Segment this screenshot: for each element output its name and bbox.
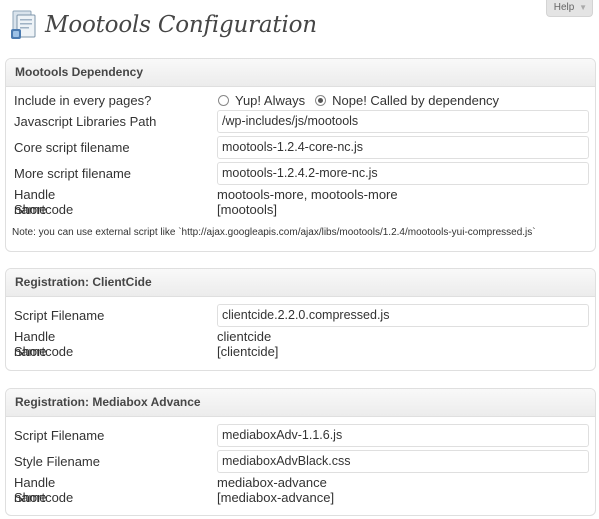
core-script-input[interactable]: mootools-1.2.4-core-nc.js: [217, 136, 589, 159]
mediabox-title: Registration: Mediabox Advance: [6, 389, 595, 417]
mediabox-style-input[interactable]: mediaboxAdvBlack.css: [217, 450, 589, 473]
mediabox-script-input[interactable]: mediaboxAdv-1.1.6.js: [217, 424, 589, 447]
radio-yup-always-label[interactable]: Yup! Always: [235, 93, 305, 108]
page-title: Mootools Configuration: [45, 12, 317, 38]
mediabox-script-row: Script Filename mediaboxAdv-1.1.6.js: [14, 424, 589, 447]
mediabox-handle-value: mediabox-advance: [217, 475, 327, 490]
clientcide-script-label: Script Filename: [14, 308, 105, 323]
clientcide-shortcode-label: Shortcode: [14, 344, 74, 359]
more-script-row: More script filename mootools-1.2.4.2-mo…: [14, 162, 589, 185]
mediabox-registration-box: Registration: Mediabox Advance Script Fi…: [5, 388, 596, 516]
settings-page-icon: [10, 9, 40, 41]
core-script-label: Core script filename: [14, 140, 130, 155]
clientcide-script-input[interactable]: clientcide.2.2.0.compressed.js: [217, 304, 589, 327]
radio-nope-dependency[interactable]: [315, 95, 327, 106]
dependency-handle-value: mootools-more, mootools-more: [217, 187, 398, 202]
dependency-shortcode-label: Shortcode: [14, 202, 74, 217]
include-radio-group: Yup! Always Nope! Called by dependency: [218, 89, 509, 112]
mediabox-style-row: Style Filename mediaboxAdvBlack.css: [14, 450, 589, 473]
mediabox-script-label: Script Filename: [14, 428, 105, 443]
clientcide-handle-value: clientcide: [217, 329, 272, 344]
lib-path-row: Javascript Libraries Path /wp-includes/j…: [14, 110, 589, 133]
mediabox-style-label: Style Filename: [14, 454, 100, 469]
more-script-input[interactable]: mootools-1.2.4.2-more-nc.js: [217, 162, 589, 185]
chevron-down-icon: ▼: [579, 3, 587, 12]
mootools-dependency-box: Mootools Dependency Include in every pag…: [5, 58, 596, 252]
clientcide-script-row: Script Filename clientcide.2.2.0.compres…: [14, 304, 589, 327]
clientcide-shortcode-value: [clientcide]: [217, 344, 279, 359]
clientcide-registration-box: Registration: ClientCide Script Filename…: [5, 268, 596, 371]
core-script-row: Core script filename mootools-1.2.4-core…: [14, 136, 589, 159]
include-every-pages-row: Include in every pages? Yup! Always Nope…: [14, 89, 583, 112]
more-script-label: More script filename: [14, 166, 132, 181]
mediabox-shortcode-value: [mediabox-advance]: [217, 490, 335, 505]
help-tab-label: Help: [553, 2, 575, 13]
dependency-shortcode-value: [mootools]: [217, 202, 277, 217]
dependency-note: Note: you can use external script like `…: [12, 227, 536, 238]
mootools-dependency-title: Mootools Dependency: [6, 59, 595, 87]
lib-path-input[interactable]: /wp-includes/js/mootools: [217, 110, 589, 133]
clientcide-title: Registration: ClientCide: [6, 269, 595, 297]
radio-nope-dependency-label[interactable]: Nope! Called by dependency: [332, 93, 499, 108]
page-header: Mootools Configuration: [10, 7, 317, 43]
lib-path-label: Javascript Libraries Path: [14, 114, 157, 129]
radio-yup-always[interactable]: [218, 95, 229, 106]
include-every-pages-label: Include in every pages?: [14, 93, 152, 108]
mediabox-shortcode-label: Shortcode: [14, 490, 74, 505]
help-tab-button[interactable]: Help ▼: [545, 0, 593, 17]
